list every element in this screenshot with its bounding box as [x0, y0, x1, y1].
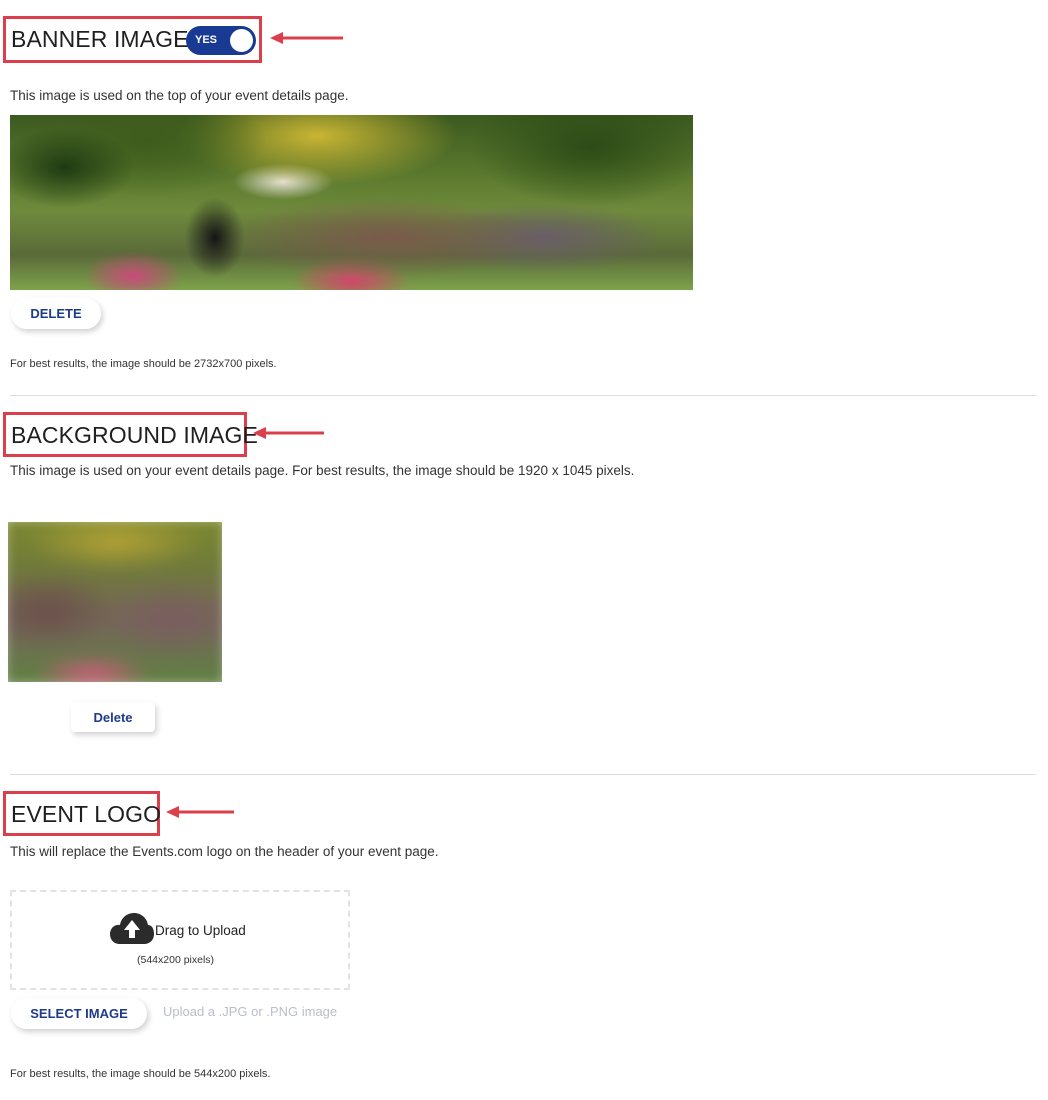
left-arrow-icon — [253, 427, 324, 439]
toggle-label: YES — [195, 34, 218, 46]
section-divider — [10, 774, 1036, 775]
background-description: This image is used on your event details… — [10, 463, 635, 478]
logo-upload-dropzone[interactable]: Drag to Upload (544x200 pixels) — [10, 890, 350, 990]
left-arrow-icon — [270, 32, 343, 44]
upload-size-label: (544x200 pixels) — [137, 954, 215, 966]
select-image-button[interactable]: SELECT IMAGE — [11, 998, 147, 1029]
banner-image-preview — [10, 115, 693, 290]
background-image-blur — [8, 522, 222, 682]
section-divider — [10, 395, 1036, 396]
toggle-knob — [230, 29, 253, 52]
upload-label: Drag to Upload — [155, 923, 246, 938]
banner-description: This image is used on the top of your ev… — [10, 88, 349, 103]
background-image-title: BACKGROUND IMAGE — [11, 422, 258, 448]
banner-size-hint: For best results, the image should be 27… — [10, 358, 277, 370]
logo-size-hint: For best results, the image should be 54… — [10, 1068, 271, 1080]
logo-description: This will replace the Events.com logo on… — [10, 844, 439, 859]
banner-enabled-toggle[interactable]: YES — [186, 26, 256, 55]
event-logo-title: EVENT LOGO — [11, 801, 162, 827]
left-arrow-icon — [166, 806, 234, 818]
banner-image-title: BANNER IMAGE — [11, 26, 189, 52]
background-image-preview — [8, 522, 222, 682]
background-delete-button[interactable]: Delete — [71, 702, 155, 732]
banner-delete-button[interactable]: DELETE — [11, 298, 101, 329]
upload-format-hint: Upload a .JPG or .PNG image — [163, 1004, 338, 1019]
cloud-upload-icon — [110, 913, 154, 944]
